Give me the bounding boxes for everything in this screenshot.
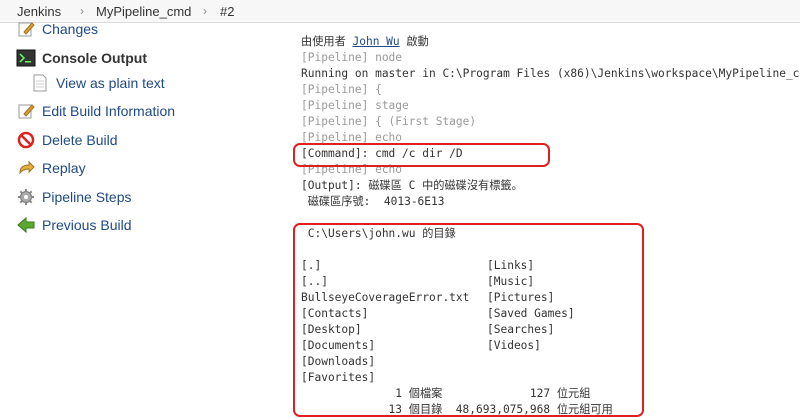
breadcrumb-separator: › [203,4,207,18]
sidebar-item-label: View as plain text [56,75,165,91]
sidebar-item-label: Console Output [42,50,147,66]
console-line: [Pipeline] { [301,83,382,96]
console-line: [Pipeline] stage [301,99,409,112]
terminal-icon [16,48,36,68]
command-highlight-box [293,143,550,167]
console-line: [Output]: 磁碟區 C 中的磁碟沒有標籤。 [301,179,523,192]
output-highlight-box [293,223,644,417]
sidebar-item-edit-build-info[interactable]: Edit Build Information [16,99,175,123]
notepad-icon [16,101,36,121]
started-by-suffix: 啟動 [399,35,429,48]
console-line: 磁碟區序號: 4013-6E13 [301,195,445,208]
sidebar-item-delete-build[interactable]: Delete Build [16,128,118,152]
sidebar-item-view-plain-text[interactable]: View as plain text [30,71,165,95]
breadcrumb-build[interactable]: #2 [220,4,234,19]
no-entry-icon [16,130,36,150]
console-line: [Pipeline] node [301,51,403,64]
sidebar-item-label: Changes [42,21,99,37]
sidebar-item-label: Replay [42,160,86,176]
started-by-line: 由使用者 John Wu 啟動 [301,34,429,50]
console-line: [Pipeline] { (First Stage) [301,115,477,128]
sidebar-item-console-output[interactable]: Console Output [16,46,147,70]
breadcrumb-job[interactable]: MyPipeline_cmd [96,4,191,19]
document-icon [30,73,50,93]
user-link[interactable]: John Wu [353,35,400,48]
console-line: Running on master in C:\Program Files (x… [301,67,800,80]
sidebar-item-label: Delete Build [42,132,118,148]
replay-arrow-icon [16,158,36,178]
sidebar-item-replay[interactable]: Replay [16,156,86,180]
started-by-prefix: 由使用者 [301,35,353,48]
breadcrumb-separator: › [80,4,84,18]
sidebar: Changes Console Output View as plain tex… [0,21,290,420]
sidebar-item-pipeline-steps[interactable]: Pipeline Steps [16,185,132,209]
left-arrow-icon [16,215,36,235]
breadcrumb: Jenkins › MyPipeline_cmd › #2 [0,0,800,23]
sidebar-item-previous-build[interactable]: Previous Build [16,213,132,237]
gear-icon [16,187,36,207]
sidebar-item-label: Edit Build Information [42,103,176,119]
sidebar-item-label: Previous Build [42,217,132,233]
sidebar-item-changes[interactable]: Changes [16,17,98,41]
sidebar-item-label: Pipeline Steps [42,189,132,205]
notepad-icon [16,19,36,39]
